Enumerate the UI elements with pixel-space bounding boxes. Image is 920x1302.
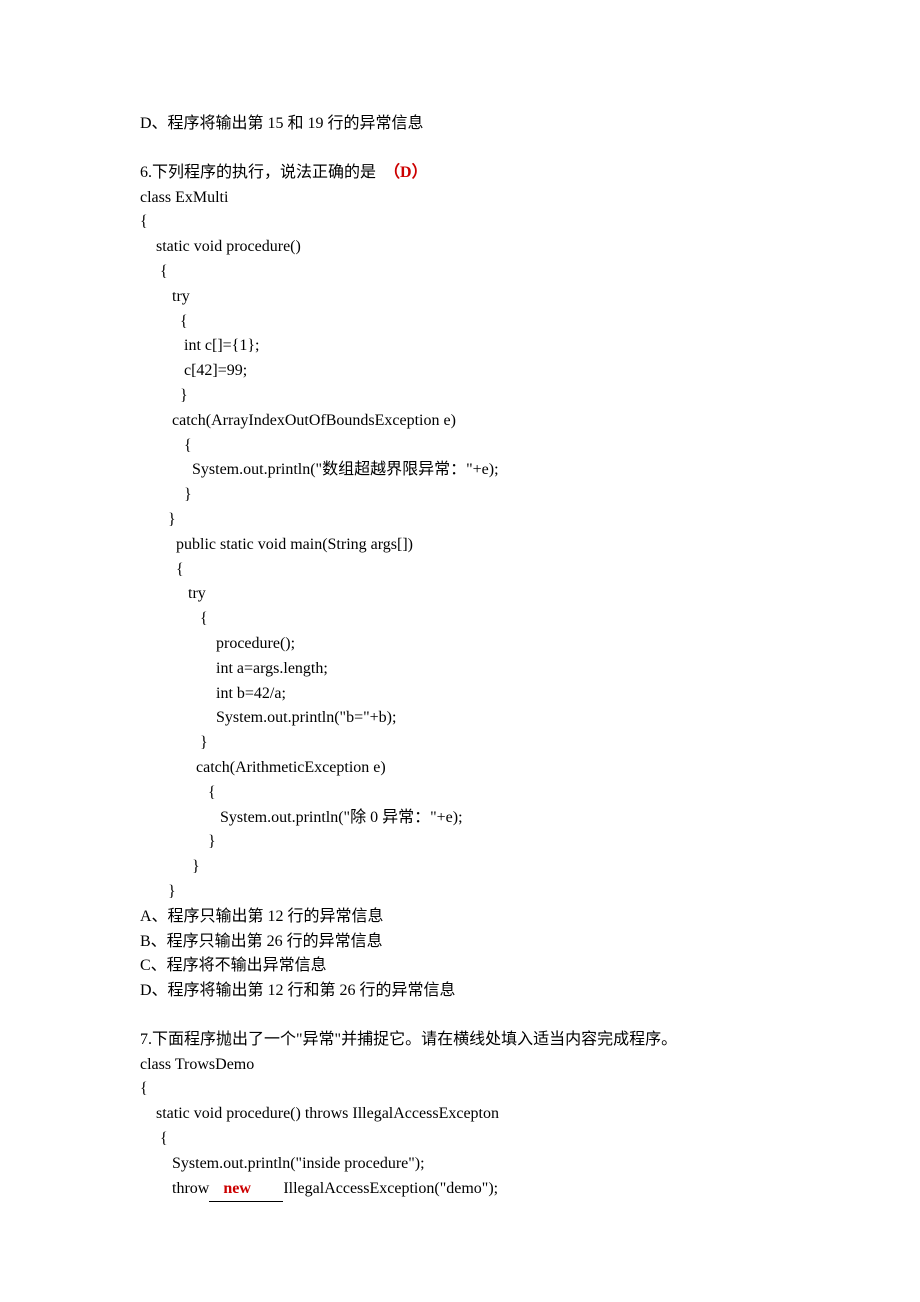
q6-code-line: } xyxy=(140,830,780,855)
blank-line xyxy=(140,1004,780,1028)
q6-code-line: public static void main(String args[]) xyxy=(140,533,780,558)
document-page: D、程序将输出第 15 和 19 行的异常信息 6.下列程序的执行，说法正确的是… xyxy=(0,0,920,1302)
q6-option-a: A、程序只输出第 12 行的异常信息 xyxy=(140,905,780,930)
q6-code-line: { xyxy=(140,558,780,583)
q6-code-line: } xyxy=(140,384,780,409)
blank-line xyxy=(140,137,780,161)
q6-code-line: int a=args.length; xyxy=(140,657,780,682)
q6-code-line: } xyxy=(140,508,780,533)
q6-code-line: { xyxy=(140,781,780,806)
q6-code-line: { xyxy=(140,607,780,632)
q6-code-line: System.out.println("数组超越界限异常："+e); xyxy=(140,458,780,483)
q6-stem-text: 6.下列程序的执行，说法正确的是 xyxy=(140,164,384,181)
throw-tail: IllegalAccessException("demo"); xyxy=(283,1180,498,1197)
q6-code-line: int c[]={1}; xyxy=(140,334,780,359)
q6-code-line: } xyxy=(140,731,780,756)
q6-code-line: catch(ArithmeticException e) xyxy=(140,756,780,781)
q6-code-line: int b=42/a; xyxy=(140,682,780,707)
q6-answer: （D） xyxy=(384,164,428,181)
q7-code-line: { xyxy=(140,1127,780,1152)
q6-stem: 6.下列程序的执行，说法正确的是 （D） xyxy=(140,161,780,186)
q6-code-line: { xyxy=(140,310,780,335)
q6-code-line: procedure(); xyxy=(140,632,780,657)
q6-code-line: try xyxy=(140,285,780,310)
q7-stem: 7.下面程序抛出了一个"异常"并捕捉它。请在横线处填入适当内容完成程序。 xyxy=(140,1028,780,1053)
q6-code-line: { xyxy=(140,434,780,459)
q6-code-line: catch(ArrayIndexOutOfBoundsException e) xyxy=(140,409,780,434)
q6-code-line: } xyxy=(140,483,780,508)
q6-option-d: D、程序将输出第 12 行和第 26 行的异常信息 xyxy=(140,979,780,1004)
q6-code-line: } xyxy=(140,880,780,905)
q6-code-line: System.out.println("b="+b); xyxy=(140,706,780,731)
q7-code-line: System.out.println("inside procedure"); xyxy=(140,1152,780,1177)
prev-option-d: D、程序将输出第 15 和 19 行的异常信息 xyxy=(140,112,780,137)
q7-throw-line: throw new IllegalAccessException("demo")… xyxy=(140,1177,780,1203)
q7-code-line: class TrowsDemo xyxy=(140,1053,780,1078)
fill-in-blank: new xyxy=(209,1177,283,1203)
q6-code-line: c[42]=99; xyxy=(140,359,780,384)
q7-code-line: static void procedure() throws IllegalAc… xyxy=(140,1102,780,1127)
q6-code-line: System.out.println("除 0 异常："+e); xyxy=(140,806,780,831)
blank-answer-new: new xyxy=(211,1180,275,1197)
q6-code-line: { xyxy=(140,210,780,235)
throw-keyword: throw xyxy=(140,1180,209,1197)
q7-code-line: { xyxy=(140,1077,780,1102)
q6-code-line: { xyxy=(140,260,780,285)
q6-code-line: class ExMulti xyxy=(140,186,780,211)
q6-option-c: C、程序将不输出异常信息 xyxy=(140,954,780,979)
q6-code-line: try xyxy=(140,582,780,607)
q6-option-b: B、程序只输出第 26 行的异常信息 xyxy=(140,930,780,955)
q6-code-line: } xyxy=(140,855,780,880)
q6-code-line: static void procedure() xyxy=(140,235,780,260)
